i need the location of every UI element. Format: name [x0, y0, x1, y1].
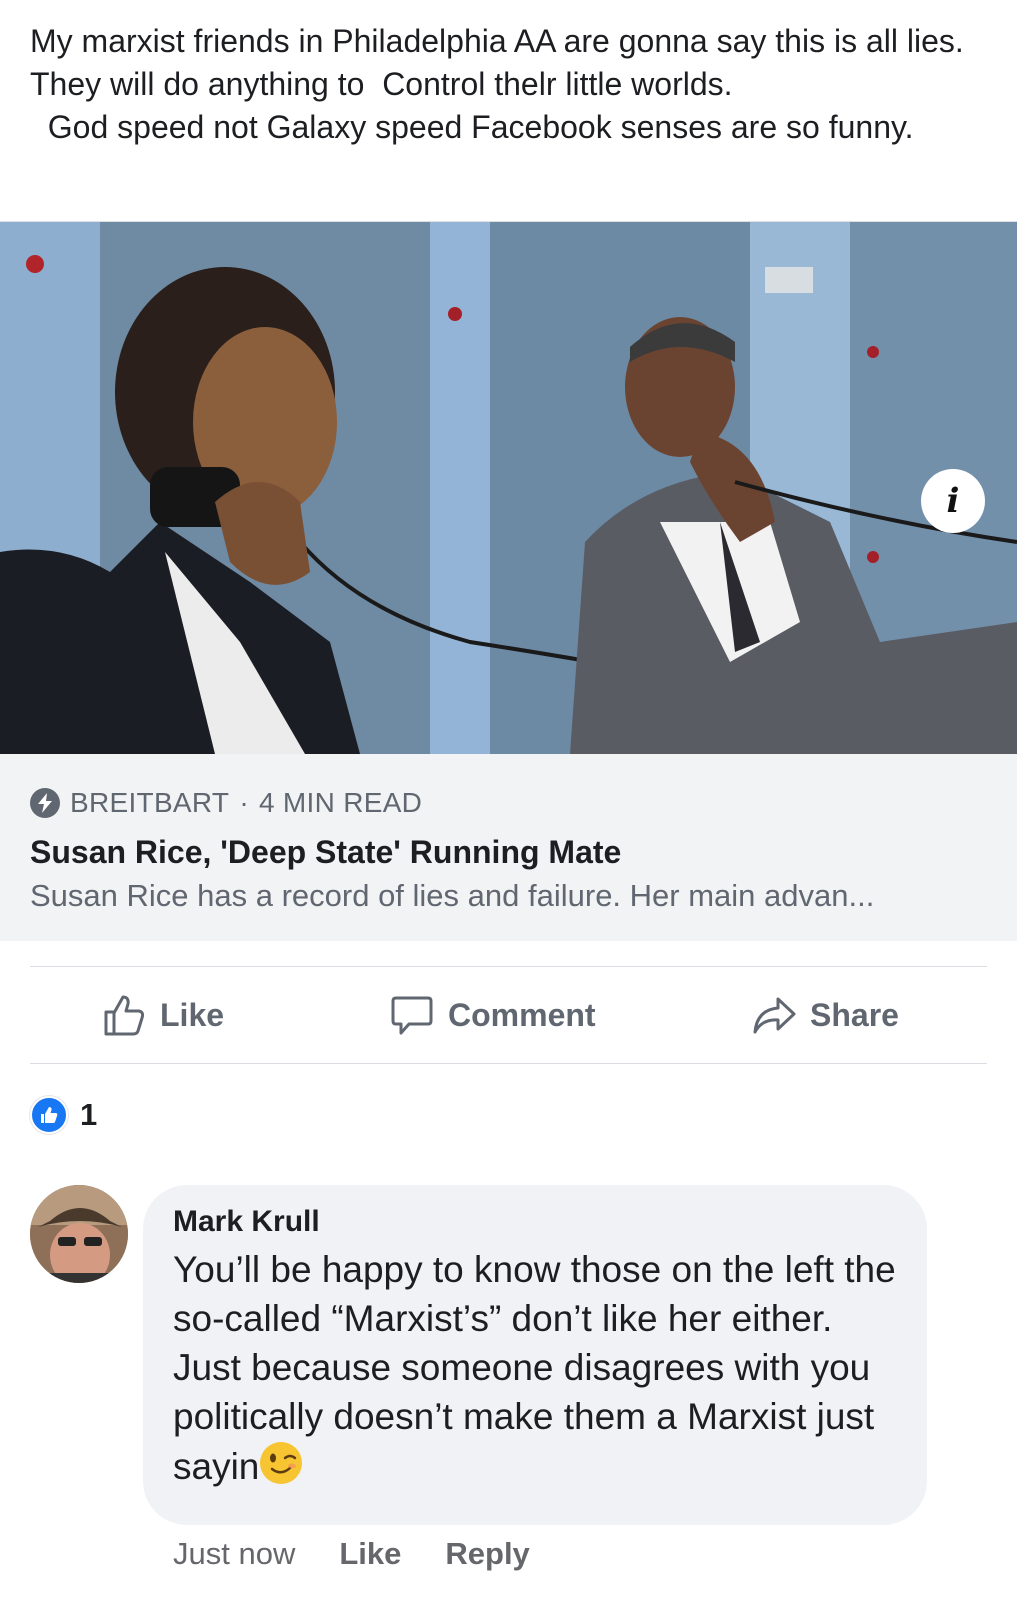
comment-timestamp: Just now: [173, 1536, 296, 1571]
link-preview-image[interactable]: i: [0, 222, 1017, 754]
post-actions-bar: Like Comment Share: [30, 966, 987, 1064]
comment-text: You’ll be happy to know those on the lef…: [173, 1245, 899, 1491]
share-label: Share: [810, 996, 899, 1033]
link-preview-card[interactable]: i BREITBART · 4 MIN READ Susan Rice, 'De…: [0, 221, 1017, 941]
like-button[interactable]: Like: [102, 993, 224, 1037]
comment-bubble: Mark Krull You’ll be happy to know those…: [143, 1185, 927, 1525]
photo-illustration: [0, 222, 1017, 754]
comment-reply-link[interactable]: Reply: [445, 1536, 529, 1572]
comment-bubble-icon: [391, 996, 433, 1035]
read-time: 4 MIN READ: [258, 787, 423, 818]
link-source: BREITBART: [70, 787, 230, 818]
comment-button[interactable]: Comment: [390, 993, 596, 1037]
instant-article-bolt-icon: [30, 788, 60, 818]
comment-author[interactable]: Mark Krull: [173, 1203, 899, 1241]
comment-meta: Just now Like Reply: [173, 1536, 574, 1572]
share-arrow-icon: [753, 997, 796, 1034]
avatar[interactable]: [30, 1185, 128, 1283]
source-separator: ·: [239, 787, 249, 818]
post-text: My marxist friends in Philadelphia AA ar…: [30, 23, 964, 145]
winking-face-icon: [260, 1442, 303, 1484]
link-meta[interactable]: BREITBART · 4 MIN READ Susan Rice, 'Deep…: [0, 754, 1017, 941]
reactions-summary[interactable]: 1: [30, 1096, 97, 1134]
info-icon[interactable]: i: [921, 469, 985, 533]
link-title[interactable]: Susan Rice, 'Deep State' Running Mate: [30, 832, 987, 872]
link-description: Susan Rice has a record of lies and fail…: [30, 878, 875, 913]
reaction-count: 1: [80, 1097, 98, 1132]
share-button[interactable]: Share: [752, 993, 899, 1037]
thumbs-up-icon: [104, 995, 145, 1036]
source-row: BREITBART · 4 MIN READ: [30, 786, 987, 820]
like-reaction-icon: [30, 1096, 68, 1134]
like-label: Like: [160, 996, 225, 1033]
comment-label: Comment: [448, 996, 596, 1033]
comment-like-link[interactable]: Like: [339, 1536, 401, 1572]
